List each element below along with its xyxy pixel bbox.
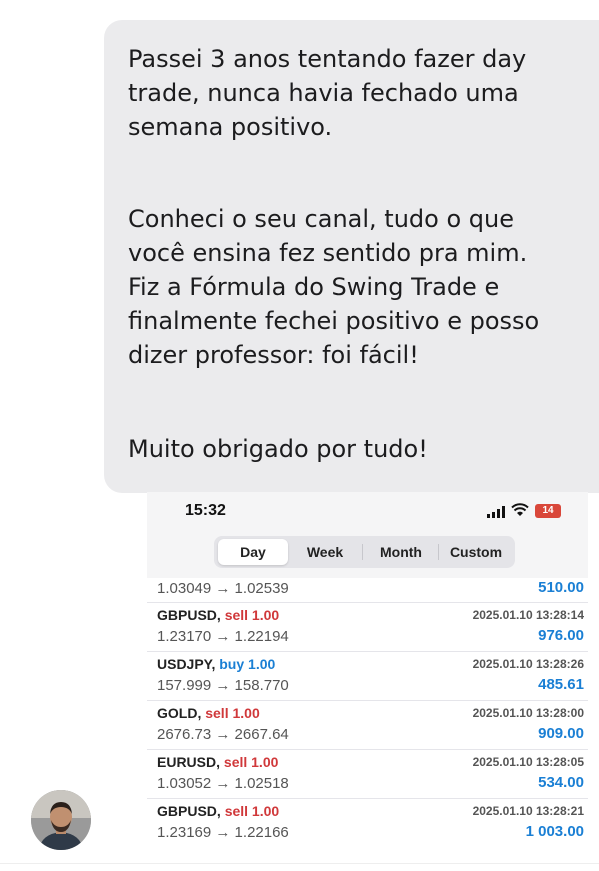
trade-row[interactable]: GOLD, sell 1.00 2025.01.10 13:28:00 2676… [147,701,588,750]
tab-month[interactable]: Month [364,539,438,565]
tab-week[interactable]: Week [290,539,360,565]
message-bubble: Passei 3 anos tentando fazer day trade, … [104,20,599,493]
trade-list: 1.03049 → 1.02539 510.00 GBPUSD, sell 1.… [147,578,588,843]
avatar[interactable] [31,790,91,850]
trade-profit: 510.00 [538,579,584,596]
trade-row[interactable]: USDJPY, buy 1.00 2025.01.10 13:28:26 157… [147,652,588,701]
trade-row[interactable]: GBPUSD, sell 1.00 2025.01.10 13:28:21 1.… [147,799,588,843]
trade-side: sell 1.00 [205,705,260,721]
trade-prices: 2676.73 → 2667.64 [157,726,289,743]
trade-timestamp: 2025.01.10 13:28:00 [472,706,584,720]
wifi-icon [511,503,529,516]
trade-side: sell 1.00 [224,607,280,623]
trade-prices: 1.03052 → 1.02518 [157,775,289,792]
period-selector-bar: Day Week Month Custom [147,528,588,578]
trade-prices: 1.03049 → 1.02539 [157,580,289,597]
trade-side: buy 1.00 [219,656,276,672]
trade-timestamp: 2025.01.10 13:28:14 [472,608,584,622]
trade-timestamp: 2025.01.10 13:28:05 [472,755,584,769]
user-avatar-icon [31,790,91,850]
trade-symbol: GBPUSD, [157,803,221,819]
trade-prices: 1.23170 → 1.22194 [157,628,289,645]
trade-row[interactable]: GBPUSD, sell 1.00 2025.01.10 13:28:14 1.… [147,603,588,652]
message-paragraph-1: Passei 3 anos tentando fazer day trade, … [128,45,527,141]
status-time: 15:32 [185,502,226,519]
trade-row-partial[interactable]: 1.03049 → 1.02539 510.00 [147,578,588,603]
trade-symbol: GOLD, [157,705,202,721]
trade-timestamp: 2025.01.10 13:28:21 [472,804,584,818]
tab-custom[interactable]: Custom [440,539,512,565]
trade-side: sell 1.00 [223,754,279,770]
trade-row[interactable]: EURUSD, sell 1.00 2025.01.10 13:28:05 1.… [147,750,588,799]
trade-prices: 1.23169 → 1.22166 [157,824,289,841]
status-bar: 15:32 14 [147,492,588,528]
battery-icon: 14 [535,504,561,518]
trade-symbol: EURUSD, [157,754,221,770]
message-paragraph-2: Conheci o seu canal, tudo o que você ens… [128,205,540,369]
trade-symbol: USDJPY, [157,656,216,672]
trade-timestamp: 2025.01.10 13:28:26 [472,657,584,671]
signal-icon [487,506,505,518]
divider [0,863,599,864]
trade-profit: 485.61 [538,676,584,693]
trade-symbol: GBPUSD, [157,607,221,623]
period-segmented-control: Day Week Month Custom [214,536,515,568]
trade-profit: 909.00 [538,725,584,742]
message-paragraph-3: Muito obrigado por tudo! [128,435,428,463]
trade-side: sell 1.00 [224,803,280,819]
trade-profit: 1 003.00 [525,823,584,840]
trade-prices: 157.999 → 158.770 [157,677,289,694]
trade-history-screenshot: 15:32 14 Day Week Month Custom 1.03049 →… [147,492,588,843]
trade-profit: 976.00 [538,627,584,644]
trade-profit: 534.00 [538,774,584,791]
tab-day[interactable]: Day [218,539,288,565]
